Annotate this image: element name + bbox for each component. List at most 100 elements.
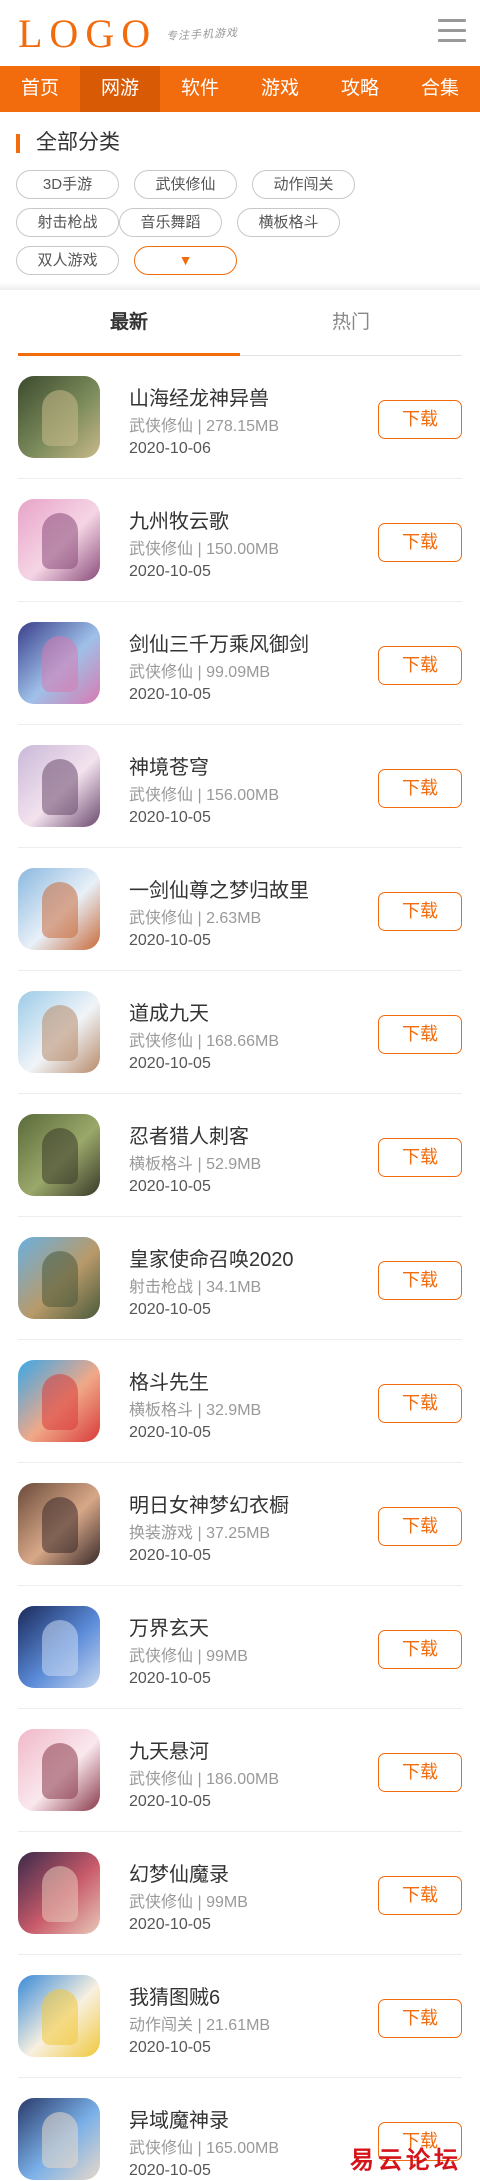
game-icon[interactable] (18, 622, 100, 704)
category-tag[interactable]: 3D手游 (16, 170, 119, 199)
download-button[interactable]: 下载 (378, 400, 462, 439)
game-list-item[interactable]: 剑仙三千万乘风御剑 武侠修仙 | 99.09MB 2020-10-05 下载 (18, 602, 462, 725)
download-button[interactable]: 下载 (378, 1261, 462, 1300)
game-list-item[interactable]: 幻梦仙魔录 武侠修仙 | 99MB 2020-10-05 下载 (18, 1832, 462, 1955)
download-button[interactable]: 下载 (378, 1384, 462, 1423)
game-icon[interactable] (18, 1360, 100, 1442)
game-icon[interactable] (18, 745, 100, 827)
game-name[interactable]: 山海经龙神异兽 (129, 382, 269, 411)
game-meta: 横板格斗 | 52.9MB (129, 1150, 261, 1174)
download-button[interactable]: 下载 (378, 769, 462, 808)
nav-item[interactable]: 首页 (0, 66, 80, 112)
game-list-item[interactable]: 道成九天 武侠修仙 | 168.66MB 2020-10-05 下载 (18, 971, 462, 1094)
game-name[interactable]: 异域魔神录 (129, 2104, 229, 2133)
game-name[interactable]: 一剑仙尊之梦归故里 (129, 874, 309, 903)
game-date: 2020-10-05 (129, 1178, 211, 1195)
game-name[interactable]: 九州牧云歌 (129, 505, 229, 534)
hamburger-menu-icon[interactable] (438, 19, 466, 43)
game-meta: 武侠修仙 | 168.66MB (129, 1027, 279, 1051)
game-size: 150.00MB (206, 541, 279, 558)
game-meta: 横板格斗 | 32.9MB (129, 1396, 261, 1420)
download-button[interactable]: 下载 (378, 1138, 462, 1177)
game-list-item[interactable]: 山海经龙神异兽 武侠修仙 | 278.15MB 2020-10-06 下载 (18, 356, 462, 479)
nav-item[interactable]: 软件 (160, 66, 240, 112)
game-meta: 换装游戏 | 37.25MB (129, 1519, 270, 1543)
download-button[interactable]: 下载 (378, 892, 462, 931)
download-button[interactable]: 下载 (378, 1507, 462, 1546)
game-icon[interactable] (18, 2098, 100, 2180)
download-button[interactable]: 下载 (378, 1753, 462, 1792)
game-list-item[interactable]: 九州牧云歌 武侠修仙 | 150.00MB 2020-10-05 下载 (18, 479, 462, 602)
game-name[interactable]: 我猜图贼6 (129, 1981, 220, 2010)
game-icon-figure (42, 1128, 78, 1184)
game-name[interactable]: 万界玄天 (129, 1612, 209, 1641)
game-list-item[interactable]: 一剑仙尊之梦归故里 武侠修仙 | 2.63MB 2020-10-05 下载 (18, 848, 462, 971)
game-date: 2020-10-05 (129, 809, 211, 826)
meta-separator: | (193, 787, 207, 804)
game-icon[interactable] (18, 1114, 100, 1196)
game-name[interactable]: 皇家使命召唤2020 (129, 1243, 294, 1272)
game-date: 2020-10-05 (129, 1547, 211, 1564)
game-list-item[interactable]: 明日女神梦幻衣橱 换装游戏 | 37.25MB 2020-10-05 下载 (18, 1463, 462, 1586)
nav-item[interactable]: 网游 (80, 66, 160, 112)
game-meta: 武侠修仙 | 99MB (129, 1888, 248, 1912)
game-icon[interactable] (18, 991, 100, 1073)
meta-separator: | (193, 1156, 207, 1173)
game-name[interactable]: 道成九天 (129, 997, 209, 1026)
game-icon[interactable] (18, 376, 100, 458)
category-tag[interactable]: 射击枪战 (16, 208, 119, 237)
game-icon-art (18, 2098, 100, 2180)
category-tag[interactable]: 音乐舞蹈 (119, 208, 222, 237)
game-date: 2020-10-05 (129, 1793, 211, 1810)
game-list-item[interactable]: 九天悬河 武侠修仙 | 186.00MB 2020-10-05 下载 (18, 1709, 462, 1832)
game-list-item[interactable]: 忍者猎人刺客 横板格斗 | 52.9MB 2020-10-05 下载 (18, 1094, 462, 1217)
game-name[interactable]: 幻梦仙魔录 (129, 1858, 229, 1887)
site-logo[interactable]: LOGO (18, 10, 157, 57)
download-button[interactable]: 下载 (378, 1015, 462, 1054)
game-name[interactable]: 剑仙三千万乘风御剑 (129, 628, 309, 657)
download-button[interactable]: 下载 (378, 646, 462, 685)
game-name[interactable]: 明日女神梦幻衣橱 (129, 1489, 289, 1518)
nav-item[interactable]: 攻略 (320, 66, 400, 112)
download-button[interactable]: 下载 (378, 523, 462, 562)
nav-item[interactable]: 游戏 (240, 66, 320, 112)
tab-latest[interactable]: 最新 (18, 290, 240, 356)
nav-item[interactable]: 合集 (400, 66, 480, 112)
game-icon[interactable] (18, 1729, 100, 1811)
game-list-item[interactable]: 神境苍穹 武侠修仙 | 156.00MB 2020-10-05 下载 (18, 725, 462, 848)
game-meta: 武侠修仙 | 99.09MB (129, 658, 270, 682)
category-tag[interactable]: 武侠修仙 (134, 170, 237, 199)
download-button[interactable]: 下载 (378, 1630, 462, 1669)
category-tag[interactable]: 动作闯关 (252, 170, 355, 199)
game-icon-art (18, 622, 100, 704)
game-icon[interactable] (18, 868, 100, 950)
category-tag[interactable]: 横板格斗 (237, 208, 340, 237)
meta-separator: | (193, 1771, 207, 1788)
tab-popular[interactable]: 热门 (240, 290, 462, 355)
meta-separator: | (193, 2140, 207, 2157)
game-name[interactable]: 格斗先生 (129, 1366, 209, 1395)
expand-tags-button[interactable]: ▼ (134, 246, 237, 275)
game-size: 99MB (206, 1894, 248, 1911)
game-name[interactable]: 忍者猎人刺客 (129, 1120, 249, 1149)
section-divider (0, 282, 480, 290)
game-name[interactable]: 神境苍穹 (129, 751, 209, 780)
game-list-item[interactable]: 万界玄天 武侠修仙 | 99MB 2020-10-05 下载 (18, 1586, 462, 1709)
category-tag[interactable]: 双人游戏 (16, 246, 119, 275)
game-list-item[interactable]: 我猜图贼6 动作闯关 | 21.61MB 2020-10-05 下载 (18, 1955, 462, 2078)
game-date: 2020-10-05 (129, 1424, 211, 1441)
game-list-item[interactable]: 格斗先生 横板格斗 | 32.9MB 2020-10-05 下载 (18, 1340, 462, 1463)
game-size: 99MB (206, 1648, 248, 1665)
game-icon-figure (42, 636, 78, 692)
game-icon[interactable] (18, 1237, 100, 1319)
game-name[interactable]: 九天悬河 (129, 1735, 209, 1764)
download-button[interactable]: 下载 (378, 1876, 462, 1915)
download-button[interactable]: 下载 (378, 1999, 462, 2038)
game-icon[interactable] (18, 1852, 100, 1934)
game-icon[interactable] (18, 1483, 100, 1565)
game-list-item[interactable]: 皇家使命召唤2020 射击枪战 | 34.1MB 2020-10-05 下载 (18, 1217, 462, 1340)
game-icon[interactable] (18, 1975, 100, 2057)
game-icon[interactable] (18, 499, 100, 581)
game-icon[interactable] (18, 1606, 100, 1688)
game-category: 武侠修仙 (129, 910, 194, 927)
